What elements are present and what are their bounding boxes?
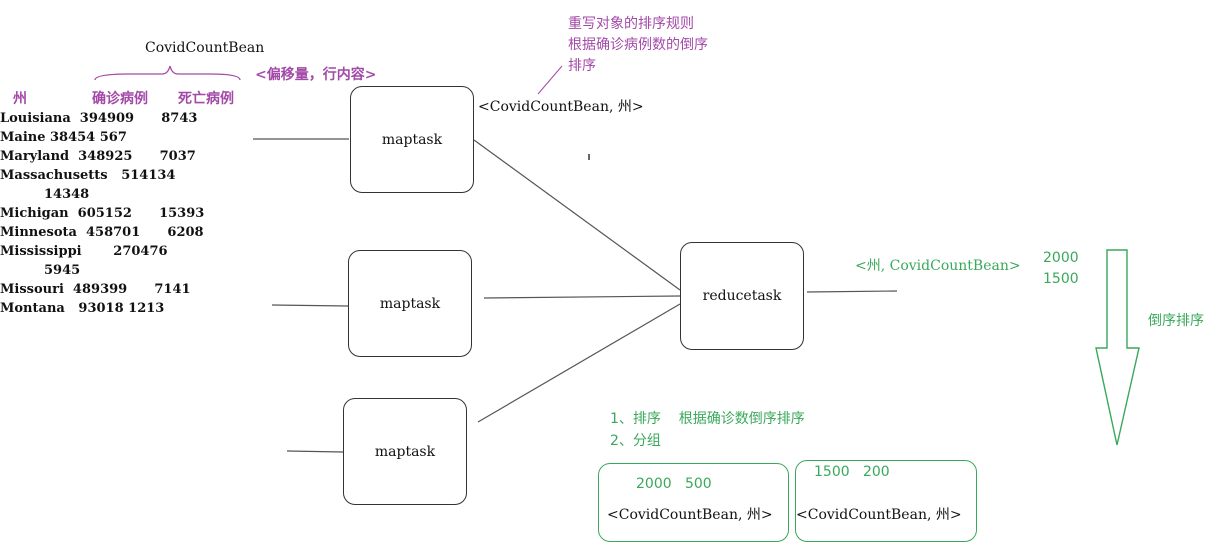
input-kv-label: <偏移量，行内容> bbox=[255, 67, 377, 83]
input-line-2 bbox=[271, 304, 349, 307]
reduce-output-kv: <州, CovidCountBean> bbox=[855, 258, 1021, 274]
step-sort: 1、排序 根据确诊数倒序排序 bbox=[610, 411, 805, 427]
table-row: Minnesota 458701 6208 bbox=[0, 225, 204, 240]
brace bbox=[94, 65, 241, 81]
sorted-value-1: 2000 bbox=[1043, 250, 1079, 266]
table-row: Louisiana 394909 8743 bbox=[0, 111, 198, 126]
sort-label: 倒序排序 bbox=[1148, 313, 1204, 329]
group-numbers: 1500 200 bbox=[814, 464, 890, 480]
table-row: 14348 bbox=[44, 187, 90, 202]
maptask-box-1: maptask bbox=[350, 86, 474, 193]
down-arrow bbox=[1095, 249, 1140, 446]
map2-to-reduce bbox=[483, 295, 681, 299]
table-row: Massachusetts 514134 bbox=[0, 168, 176, 183]
group-box-1: 2000 500 <CovidCountBean, 州> bbox=[598, 463, 789, 542]
table-row: Montana 93018 1213 bbox=[0, 301, 165, 316]
note-line-3: 排序 bbox=[568, 58, 596, 74]
note-line-2: 根据确诊病例数的倒序 bbox=[568, 37, 708, 53]
table-row: Maryland 348925 7037 bbox=[0, 149, 196, 164]
sorted-value-2: 1500 bbox=[1043, 271, 1079, 287]
table-row: 5945 bbox=[44, 263, 81, 278]
table-row: Missouri 489399 7141 bbox=[0, 282, 191, 297]
note-pointer bbox=[537, 65, 563, 95]
bean-title: CovidCountBean bbox=[145, 40, 265, 56]
group-kv: <CovidCountBean, 州> bbox=[607, 507, 773, 523]
header-confirmed: 确诊病例 bbox=[92, 91, 148, 107]
maptask-box-2: maptask bbox=[348, 250, 472, 357]
input-line-3 bbox=[286, 450, 344, 453]
map-output-kv: <CovidCountBean, 州> bbox=[478, 99, 644, 115]
map1-to-reduce bbox=[473, 139, 681, 291]
reducetask-box: reducetask bbox=[680, 242, 804, 350]
maptask-box-3: maptask bbox=[343, 398, 467, 505]
header-deaths: 死亡病例 bbox=[178, 91, 234, 107]
reduce-output-line bbox=[806, 290, 898, 293]
header-state: 州 bbox=[13, 91, 27, 107]
group-box-2: 1500 200 <CovidCountBean, 州> bbox=[795, 460, 977, 542]
table-row: Maine 38454 567 bbox=[0, 130, 127, 145]
group-numbers: 2000 500 bbox=[636, 476, 712, 492]
step-group: 2、分组 bbox=[610, 433, 661, 449]
note-line-1: 重写对象的排序规则 bbox=[568, 16, 694, 32]
table-row: Mississippi 270476 bbox=[0, 244, 168, 259]
table-row: Michigan 605152 15393 bbox=[0, 206, 205, 221]
map3-to-reduce bbox=[477, 303, 681, 423]
group-kv: <CovidCountBean, 州> bbox=[796, 507, 962, 523]
